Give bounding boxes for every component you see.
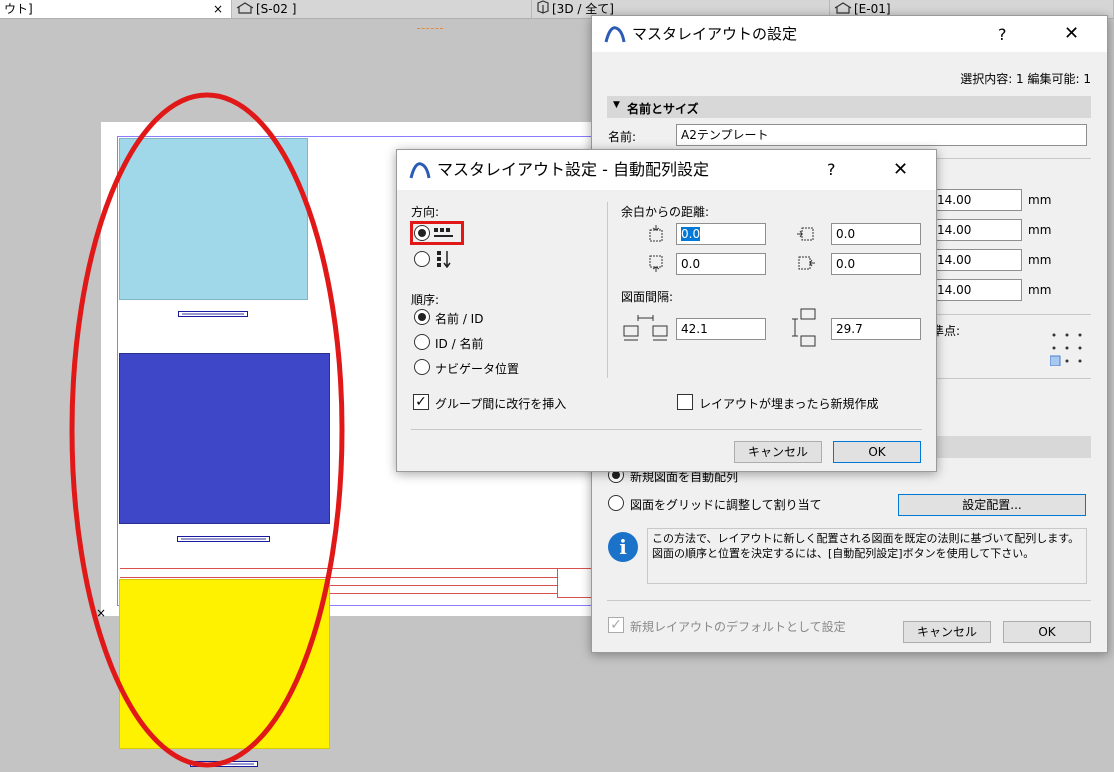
new-when-full-label: レイアウトが埋まったら新規作成 [699,397,879,411]
unit-label: mm [1028,193,1052,207]
help-icon[interactable]: ? [827,160,836,179]
dialog-titlebar: マスタレイアウトの設定 ? ✕ [592,16,1107,52]
radio-order-id-name[interactable] [414,334,430,350]
house-icon [236,1,254,19]
spacing-vertical-input[interactable]: 29.7 [831,318,921,340]
radio-direction-vertical[interactable] [414,251,430,267]
radio-order-navigator[interactable] [414,359,430,375]
default-layout-checkbox[interactable]: ✓ [608,617,624,633]
tab-label: [3D / 全て] [552,2,614,16]
margin-left-icon [797,227,814,241]
spacing-horizontal-input[interactable]: 42.1 [676,318,766,340]
tab-label: ウト] [4,2,33,16]
tab-s02[interactable]: [S-02 ] [232,0,532,18]
radio-order-name-id-label: 名前 / ID [435,312,484,326]
unit-label: mm [1028,283,1052,297]
close-icon[interactable]: ✕ [893,159,908,180]
dialog-titlebar: マスタレイアウト設定 - 自動配列設定 ? ✕ [397,150,936,190]
dialog-title: マスタレイアウト設定 - 自動配列設定 [437,160,709,179]
anchor-point-grid-icon[interactable] [1050,332,1084,366]
margin-field-3[interactable]: 14.00 [932,249,1022,271]
name-label: 名前: [608,130,637,144]
info-icon: i [608,532,638,562]
margin-left-input[interactable]: 0.0 [831,223,921,245]
direction-label: 方向: [411,205,440,219]
radio-order-name-id[interactable] [414,309,430,325]
margin-field-2[interactable]: 14.00 [932,219,1022,241]
dashed-marker [417,28,443,29]
dialog-title: マスタレイアウトの設定 [632,25,798,43]
archicad-logo-icon [409,162,431,179]
radio-grid-arrange-label: 図面をグリッドに調整して割り当て [630,498,822,512]
ok-button[interactable]: OK [833,441,921,463]
margin-right-icon [798,256,815,270]
margin-top-icon [649,225,663,242]
vertical-arrange-icon [437,251,451,268]
info-text: この方法で、レイアウトに新しく配置される図面を既定の法則に基づいて配列します。図… [647,528,1087,584]
unit-label: mm [1028,253,1052,267]
separator [607,600,1091,601]
section-title: 名前とサイズ [627,102,699,116]
margin-bottom-icon [649,255,663,272]
separator [932,314,1091,315]
margin-top-value: 0.0 [681,227,701,241]
close-icon[interactable]: ✕ [1064,23,1079,44]
group-break-label: グループ間に改行を挿入 [435,397,567,411]
section-header-name-size[interactable]: ▼ 名前とサイズ [607,96,1091,118]
margin-right-input[interactable]: 0.0 [831,253,921,275]
selection-info: 選択内容: 1 編集可能: 1 [960,72,1091,86]
margin-top-input[interactable]: 0.0 [676,223,766,245]
cancel-button[interactable]: キャンセル [734,441,822,463]
margin-field-4[interactable]: 14.00 [932,279,1022,301]
help-icon[interactable]: ? [998,25,1007,44]
name-input[interactable]: A2テンプレート [676,124,1087,146]
horizontal-spacing-icon [623,315,668,341]
spacing-label: 図面間隔: [621,290,674,304]
margin-distance-label: 余白からの距離: [621,205,710,219]
vertical-separator [607,202,608,378]
tab-layout[interactable]: ウト] × [0,0,232,18]
red-ellipse-annotation [69,92,345,768]
order-label: 順序: [411,293,440,307]
vertical-spacing-icon [792,308,816,347]
unit-label: mm [1028,223,1052,237]
tab-label: [S-02 ] [256,2,297,16]
group-break-checkbox[interactable]: ✓ [413,394,429,410]
cube-icon [536,0,550,18]
default-layout-label: 新規レイアウトのデフォルトとして設定 [630,620,846,634]
cancel-button[interactable]: キャンセル [903,621,991,643]
red-highlight-box [410,221,464,245]
tab-close-icon[interactable]: × [213,0,223,18]
settings-placement-button[interactable]: 設定配置... [898,494,1086,516]
radio-order-navigator-label: ナビゲータ位置 [435,362,520,376]
radio-grid-arrange[interactable] [608,495,624,511]
tab-label: [E-01] [854,2,891,16]
ok-button[interactable]: OK [1003,621,1091,643]
margin-bottom-input[interactable]: 0.0 [676,253,766,275]
radio-order-id-name-label: ID / 名前 [435,337,484,351]
separator [411,429,922,430]
new-when-full-checkbox[interactable] [677,394,693,410]
archicad-logo-icon [604,26,626,43]
margin-field-1[interactable]: 14.00 [932,189,1022,211]
auto-arrange-dialog: マスタレイアウト設定 - 自動配列設定 ? ✕ 方向: 順序: 名前 / ID … [396,149,937,472]
triangle-down-icon: ▼ [613,100,620,110]
